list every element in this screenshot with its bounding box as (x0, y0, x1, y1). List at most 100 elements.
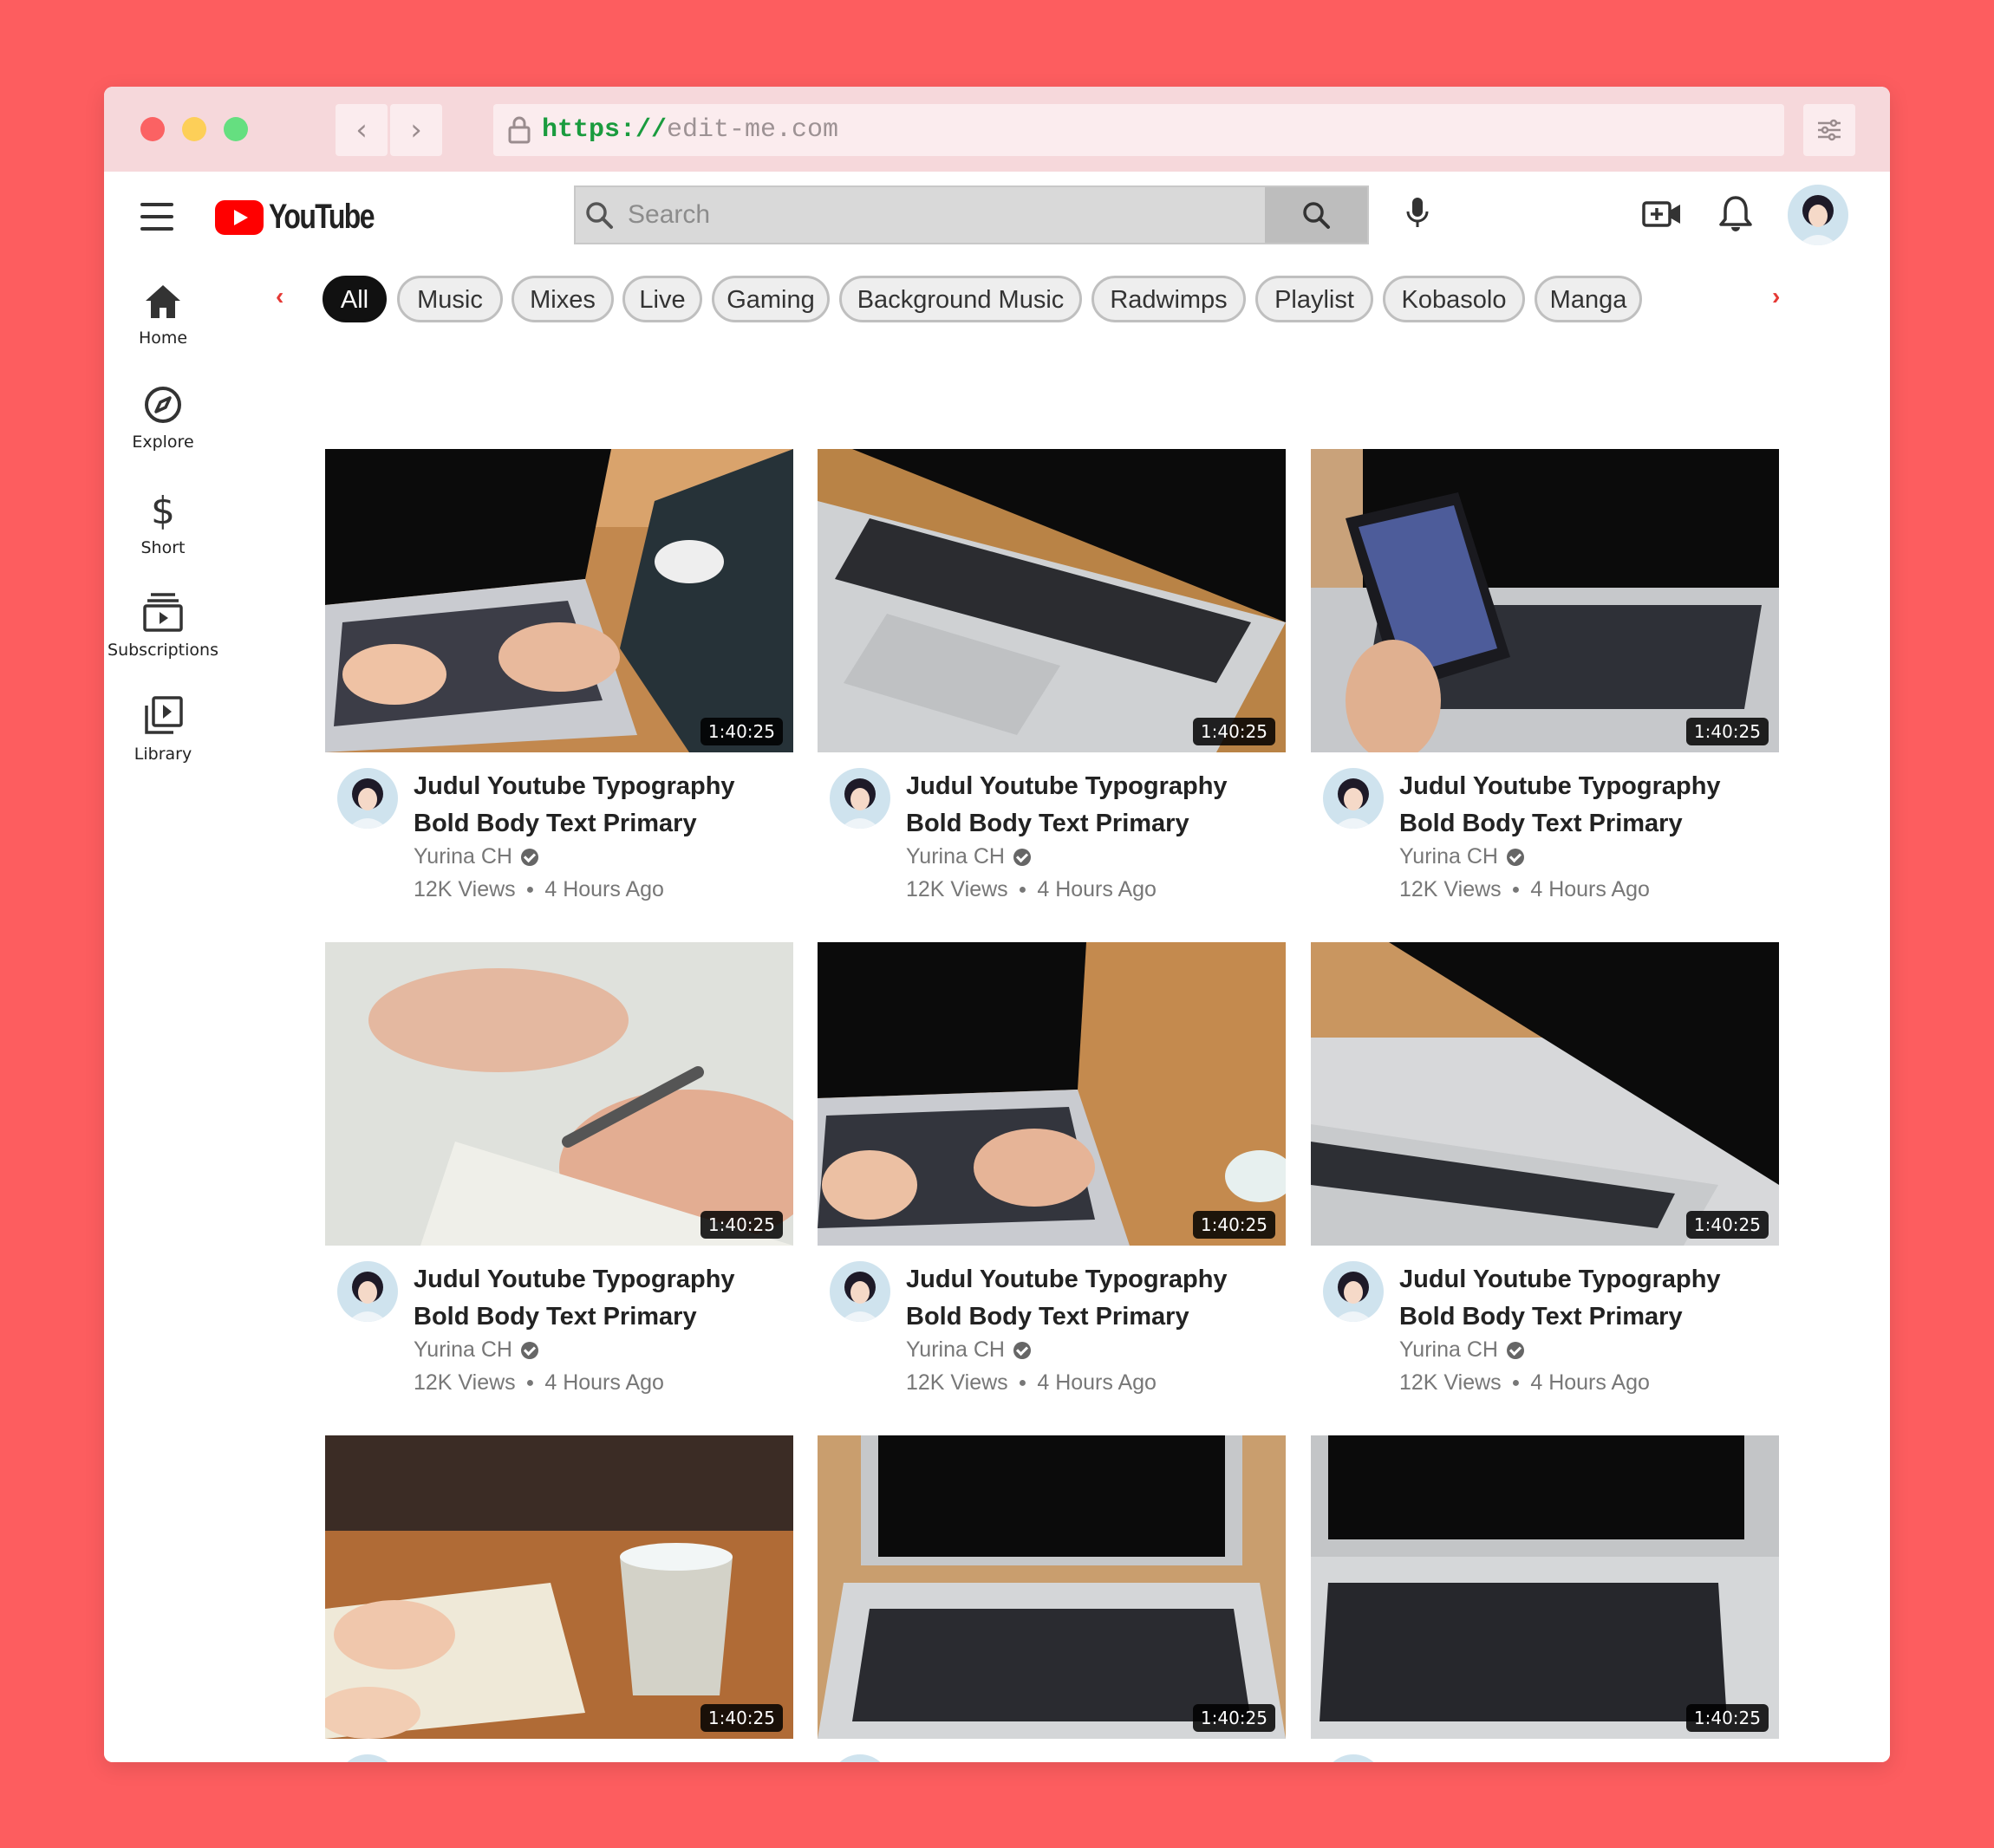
sliders-icon (1818, 119, 1841, 141)
upload-age: 4 Hours Ago (1037, 877, 1157, 901)
channel-name[interactable]: Yurina CH (414, 844, 512, 869)
create-video-icon[interactable] (1642, 199, 1682, 229)
channel-name-row: Yurina CH (906, 1337, 1031, 1363)
chips-scroll-right-button[interactable]: › (1772, 283, 1780, 310)
channel-name[interactable]: Yurina CH (906, 1337, 1005, 1363)
channel-avatar[interactable] (1323, 1754, 1384, 1762)
chip-all[interactable]: All (323, 276, 387, 322)
channel-avatar-image (1323, 1261, 1384, 1322)
chip-radwimps[interactable]: Radwimps (1091, 276, 1246, 322)
video-title[interactable]: Judul Youtube Typography Bold Body Text … (414, 768, 786, 843)
channel-avatar[interactable] (1323, 1261, 1384, 1322)
video-thumbnail[interactable]: 1:40:25 (818, 942, 1286, 1246)
channel-avatar[interactable] (830, 1261, 890, 1322)
chips-scroll-left-button[interactable]: ‹ (276, 283, 283, 310)
video-thumbnail[interactable]: 1:40:25 (818, 1435, 1286, 1739)
channel-avatar[interactable] (830, 1754, 890, 1762)
video-card[interactable]: 1:40:25 Judul Youtube Typography Bold Bo… (1311, 1435, 1779, 1762)
video-meta: 12K Views ● 4 Hours Ago (1399, 1370, 1650, 1396)
thumbnail-image (1311, 1435, 1779, 1739)
sidebar-item-label: Library (134, 745, 192, 764)
video-title[interactable]: Judul Youtube Typography Bold Body Text … (414, 1754, 786, 1762)
verified-badge-icon (520, 848, 538, 866)
video-card[interactable]: 1:40:25 Judul Youtube Typography Bold Bo… (818, 449, 1286, 943)
youtube-page: YouTube Search Home Explore $ Short Subs… (104, 172, 1890, 1762)
channel-name[interactable]: Yurina CH (414, 1337, 512, 1363)
video-title[interactable]: Judul Youtube Typography Bold Body Text … (906, 768, 1279, 843)
video-thumbnail[interactable]: 1:40:25 (1311, 1435, 1779, 1739)
sidebar-item-explore[interactable]: Explore (104, 385, 222, 452)
video-card[interactable]: 1:40:25 Judul Youtube Typography Bold Bo… (325, 1435, 793, 1762)
video-thumbnail[interactable]: 1:40:25 (325, 942, 793, 1246)
sidebar-item-short[interactable]: $ Short (104, 489, 222, 557)
view-count: 12K Views (414, 877, 516, 901)
chevron-left-icon: ‹ (355, 113, 368, 147)
back-button[interactable]: ‹ (336, 104, 388, 156)
youtube-logo[interactable]: YouTube (215, 198, 400, 237)
channel-avatar[interactable] (1323, 768, 1384, 829)
video-thumbnail[interactable]: 1:40:25 (325, 449, 793, 752)
chip-music[interactable]: Music (397, 276, 503, 322)
browser-settings-button[interactable] (1803, 104, 1855, 156)
channel-avatar[interactable] (337, 1754, 398, 1762)
view-count: 12K Views (1399, 877, 1502, 901)
video-thumbnail[interactable]: 1:40:25 (1311, 449, 1779, 752)
address-bar[interactable]: https://edit-me.com (493, 104, 1784, 156)
search-bar (574, 185, 1369, 244)
channel-avatar-image (1323, 768, 1384, 829)
video-title[interactable]: Judul Youtube Typography Bold Body Text … (1399, 768, 1772, 843)
notification-bell-icon[interactable] (1718, 194, 1753, 232)
compass-icon (145, 387, 181, 423)
channel-name-row: Yurina CH (1399, 844, 1524, 869)
video-thumbnail[interactable]: 1:40:25 (325, 1435, 793, 1739)
channel-name[interactable]: Yurina CH (1399, 1337, 1498, 1363)
video-card[interactable]: 1:40:25 Judul Youtube Typography Bold Bo… (325, 449, 793, 943)
channel-name[interactable]: Yurina CH (1399, 844, 1498, 869)
chip-playlist[interactable]: Playlist (1255, 276, 1373, 322)
chip-kobasolo[interactable]: Kobasolo (1383, 276, 1525, 322)
video-card[interactable]: 1:40:25 Judul Youtube Typography Bold Bo… (1311, 942, 1779, 1436)
chevron-left-icon: ‹ (276, 283, 284, 309)
sidebar-item-subscriptions[interactable]: Subscriptions (104, 591, 222, 660)
minimize-window-button[interactable] (182, 117, 206, 141)
search-input[interactable] (626, 199, 1236, 231)
forward-button[interactable]: › (390, 104, 442, 156)
chip-gaming[interactable]: Gaming (712, 276, 830, 322)
video-card[interactable]: 1:40:25 Judul Youtube Typography Bold Bo… (818, 942, 1286, 1436)
channel-avatar[interactable] (830, 768, 890, 829)
maximize-window-button[interactable] (224, 117, 248, 141)
video-card[interactable]: 1:40:25 Judul Youtube Typography Bold Bo… (818, 1435, 1286, 1762)
microphone-icon[interactable] (1404, 196, 1430, 231)
close-window-button[interactable] (140, 117, 165, 141)
video-title[interactable]: Judul Youtube Typography Bold Body Text … (906, 1261, 1279, 1336)
chip-background-music[interactable]: Background Music (839, 276, 1082, 322)
chip-live[interactable]: Live (622, 276, 702, 322)
sidebar-item-label: Home (138, 329, 188, 348)
video-title[interactable]: Judul Youtube Typography Bold Body Text … (414, 1261, 786, 1336)
video-card[interactable]: 1:40:25 Judul Youtube Typography Bold Bo… (325, 942, 793, 1436)
video-thumbnail[interactable]: 1:40:25 (818, 449, 1286, 752)
menu-icon[interactable] (140, 203, 173, 232)
video-title[interactable]: Judul Youtube Typography Bold Body Text … (906, 1754, 1279, 1762)
sidebar-item-library[interactable]: Library (104, 695, 222, 764)
user-avatar[interactable] (1788, 185, 1848, 245)
meta-separator: ● (1018, 1375, 1027, 1390)
channel-avatar[interactable] (337, 768, 398, 829)
search-icon (1303, 202, 1330, 229)
channel-name[interactable]: Yurina CH (906, 844, 1005, 869)
subscriptions-icon (143, 593, 183, 632)
search-button[interactable] (1265, 187, 1367, 243)
library-icon (145, 696, 183, 734)
chevron-right-icon: › (410, 113, 422, 147)
chip-mixes[interactable]: Mixes (512, 276, 614, 322)
video-thumbnail[interactable]: 1:40:25 (1311, 942, 1779, 1246)
chip-manga[interactable]: Manga (1535, 276, 1642, 322)
video-card[interactable]: 1:40:25 Judul Youtube Typography Bold Bo… (1311, 449, 1779, 943)
video-title[interactable]: Judul Youtube Typography Bold Body Text … (1399, 1754, 1772, 1762)
sidebar-item-label: Explore (132, 433, 194, 452)
channel-avatar[interactable] (337, 1261, 398, 1322)
sidebar-item-home[interactable]: Home (104, 283, 222, 348)
video-title[interactable]: Judul Youtube Typography Bold Body Text … (1399, 1261, 1772, 1336)
verified-badge-icon (520, 1341, 538, 1359)
video-duration: 1:40:25 (1685, 718, 1769, 745)
